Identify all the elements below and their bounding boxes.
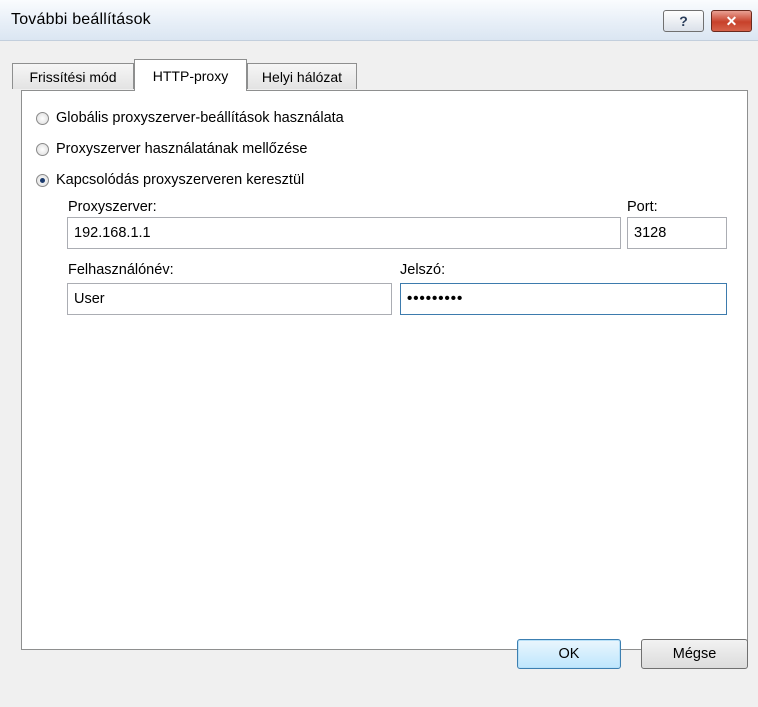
tab-local-network[interactable]: Helyi hálózat	[247, 63, 357, 89]
radio-button[interactable]	[36, 142, 49, 156]
port-label: Port:	[627, 199, 658, 215]
title-bar: További beállítások ? ✕	[0, 0, 758, 41]
help-button[interactable]: ?	[663, 10, 704, 32]
radio-no-proxy[interactable]: Proxyszerver használatának mellőzése	[36, 141, 307, 157]
close-button[interactable]: ✕	[711, 10, 752, 32]
radio-global-proxy[interactable]: Globális proxyszerver-beállítások haszná…	[36, 110, 344, 126]
proxy-server-label: Proxyszerver:	[68, 199, 157, 215]
username-input[interactable]: User	[67, 283, 392, 315]
password-label: Jelszó:	[400, 262, 446, 278]
dialog-body: Frissítési mód HTTP-proxy Helyi hálózat …	[0, 41, 758, 707]
cancel-button[interactable]: Mégse	[641, 639, 748, 669]
port-input[interactable]: 3128	[627, 217, 727, 249]
window-title: További beállítások	[11, 11, 151, 28]
help-icon: ?	[679, 13, 688, 29]
close-icon: ✕	[725, 12, 738, 29]
proxy-server-input[interactable]: 192.168.1.1	[67, 217, 621, 249]
tab-http-proxy[interactable]: HTTP-proxy	[134, 59, 247, 91]
radio-use-proxy[interactable]: Kapcsolódás proxyszerveren keresztül	[36, 172, 304, 188]
tab-panel-http-proxy: Globális proxyszerver-beállítások haszná…	[21, 90, 748, 650]
radio-button-selected[interactable]	[36, 173, 49, 187]
password-input[interactable]: •••••••••	[400, 283, 727, 315]
username-label: Felhasználónév:	[68, 262, 174, 278]
tab-update-mode[interactable]: Frissítési mód	[12, 63, 134, 89]
radio-button[interactable]	[36, 111, 49, 125]
ok-button[interactable]: OK	[517, 639, 621, 669]
radio-label: Kapcsolódás proxyszerveren keresztül	[56, 172, 305, 188]
radio-label: Proxyszerver használatának mellőzése	[56, 141, 308, 157]
radio-label: Globális proxyszerver-beállítások haszná…	[56, 110, 344, 126]
